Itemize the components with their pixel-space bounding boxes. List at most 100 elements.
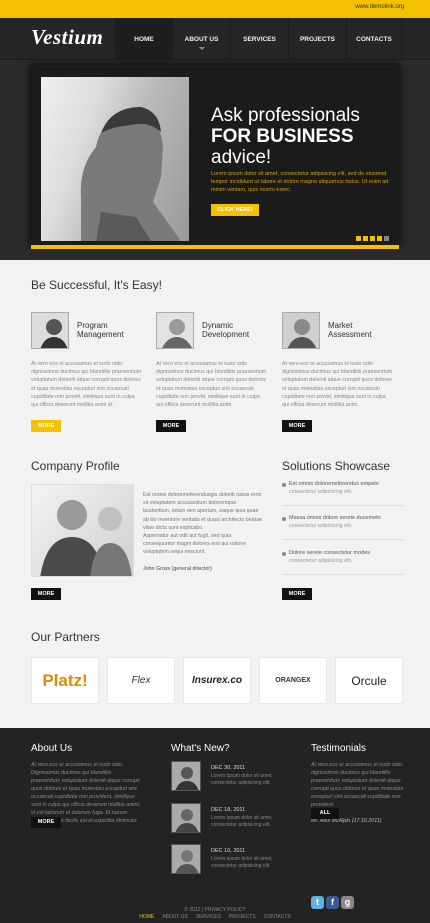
news-item[interactable]: DEC 10, 2011 Lorem ipsum dolor sit amet, …: [171, 844, 291, 876]
footer-link-services[interactable]: SERVICES: [196, 914, 221, 920]
footer-link-home[interactable]: HOME: [139, 914, 154, 920]
nav-contacts-label: CONTACTS: [356, 35, 392, 43]
partner-logo[interactable]: Orcule: [335, 657, 403, 704]
showcase-title: Est omnis doloremeferendus empeto: [289, 481, 379, 487]
partner-name: Insurex.co: [191, 675, 243, 686]
more-button[interactable]: MORE: [282, 588, 312, 600]
top-bar: www.demolink.org: [0, 0, 430, 18]
showcase-heading: Solutions Showcase: [282, 459, 391, 473]
showcase-text: consectetur adipisicing elit.: [289, 558, 353, 564]
about-heading: About Us: [31, 743, 73, 754]
partner-name: Flex: [131, 675, 151, 686]
profile-photo: [31, 484, 134, 577]
hero-photo: [41, 77, 189, 241]
hero-line-1: Ask professionals: [211, 105, 360, 126]
service-text: At vero eos et accusamus et iusto odio d…: [31, 361, 142, 409]
profile-paragraph: Est omnis doloremeferendusgiu dolorib na…: [143, 492, 262, 531]
chevron-down-icon: [198, 47, 205, 50]
testimonial-text: At vero eos et accusamus et iusto odio d…: [311, 762, 404, 808]
divider: [282, 574, 404, 575]
nav-about-label: ABOUT US: [184, 35, 219, 43]
footer: About Us At vero eos et accusamus et ius…: [0, 728, 430, 923]
hero-accent-bar: [31, 245, 399, 249]
profile-text: Est omnis doloremeferendusgiu dolorib na…: [143, 491, 263, 573]
partner-name: Platz!: [42, 670, 88, 690]
nav-home[interactable]: HOME: [115, 18, 172, 60]
service-text: At vero eos et accusamus et iusto odio d…: [282, 361, 393, 409]
news-date: DEC 10, 2011: [211, 848, 246, 854]
news-item[interactable]: DEC 18, 2011 Lorem ipsum dolor sit amet, …: [171, 803, 291, 835]
more-button[interactable]: MORE: [31, 420, 61, 432]
slide-dot[interactable]: [356, 236, 361, 241]
slide-dot[interactable]: [363, 236, 368, 241]
slider-pagination: [356, 236, 389, 241]
service-photo: [156, 312, 194, 349]
news-heading: What's New?: [171, 743, 230, 754]
services-heading: Be Successful, It's Easy!: [31, 278, 163, 292]
showcase-title: Dolore serete consectetur modes: [289, 550, 371, 556]
more-button[interactable]: MORE: [282, 420, 312, 432]
nav-services[interactable]: SERVICES: [230, 18, 288, 60]
nav-services-label: SERVICES: [243, 35, 276, 43]
profile-signature: John Gross (general director): [143, 565, 212, 572]
testimonials-heading: Testimonials: [311, 743, 367, 754]
news-text: Lorem ipsum dolor sit amet, consectetur …: [211, 856, 273, 869]
partner-logo[interactable]: ORANGEX: [259, 657, 327, 704]
divider: [282, 505, 404, 506]
news-text: Lorem ipsum dolor sit amet, consectetur …: [211, 773, 273, 786]
nav-projects[interactable]: PROJECTS: [288, 18, 346, 60]
service-title: Dynamic Development: [202, 321, 250, 339]
more-button[interactable]: MORE: [31, 588, 61, 600]
news-photo: [171, 761, 201, 791]
news-date: DEC 30, 2011: [211, 765, 246, 771]
service-title: Market Assessment: [328, 321, 372, 339]
service-text: At vero eos et accusamus et iusto odio d…: [156, 361, 267, 409]
more-button[interactable]: MORE: [156, 420, 186, 432]
news-photo: [171, 803, 201, 833]
hero-text: Lorem ipsum dolor sit amet, consectetur …: [211, 171, 389, 193]
service-photo: [282, 312, 320, 349]
contact-link[interactable]: www.demolink.org: [355, 4, 404, 10]
bullet-icon: [282, 552, 286, 556]
bullet-icon: [282, 483, 286, 487]
partner-name: Orcule: [351, 673, 387, 688]
bullet-icon: [282, 517, 286, 521]
click-here-button[interactable]: CLICK HERE!: [211, 204, 259, 216]
about-text: At vero eos et accusamus et iusto odio. …: [31, 762, 141, 824]
logo[interactable]: Vestium: [31, 25, 103, 50]
slide-dot[interactable]: [370, 236, 375, 241]
footer-link-about[interactable]: ABOUT US: [162, 914, 187, 920]
hero-heading: Ask professionals FOR BUSINESS advice!: [211, 105, 391, 168]
nav-contacts[interactable]: CONTACTS: [346, 18, 402, 60]
partner-logo[interactable]: Platz!: [31, 657, 99, 704]
news-item[interactable]: DEC 30, 2011 Lorem ipsum dolor sit amet, …: [171, 761, 291, 793]
news-photo: [171, 844, 201, 874]
slide-dot[interactable]: [384, 236, 389, 241]
showcase-title: Massa omnis dolore serete ducemeto: [289, 515, 381, 521]
all-button[interactable]: ALL: [311, 808, 339, 819]
partner-name: ORANGEX: [275, 677, 311, 684]
partner-logo[interactable]: Flex: [107, 657, 175, 704]
copyright: © 2012 | PRIVACY POLICY: [184, 907, 246, 913]
hero-line-2: FOR BUSINESS: [211, 126, 354, 147]
divider: [282, 539, 404, 540]
news-text: Lorem ipsum dolor sit amet, consectetur …: [211, 815, 273, 828]
profile-paragraph: Aspernatur aut odit aut fugit, sed quia …: [143, 533, 247, 556]
hero-slider: Ask professionals FOR BUSINESS advice! Lor…: [31, 65, 399, 245]
footer-nav: HOME ABOUT US SERVICES PROJECTS CONTACTS: [0, 914, 430, 920]
service-title: Program Management: [77, 321, 124, 339]
service-photo: [31, 312, 69, 349]
footer-link-contacts[interactable]: CONTACTS: [264, 914, 291, 920]
hero-line-3: advice!: [211, 147, 272, 168]
footer-link-projects[interactable]: PROJECTS: [229, 914, 256, 920]
partners-heading: Our Partners: [31, 630, 100, 644]
more-button[interactable]: MORE: [31, 817, 61, 828]
nav-home-label: HOME: [134, 35, 154, 43]
showcase-text: consectetur adipisicing elit.: [289, 523, 353, 529]
partner-logo[interactable]: Insurex.co: [183, 657, 251, 704]
showcase-text: consectetur adipisicing elit.: [289, 489, 353, 495]
slide-dot[interactable]: [377, 236, 382, 241]
nav-about[interactable]: ABOUT US: [172, 18, 230, 60]
nav-projects-label: PROJECTS: [299, 35, 336, 43]
news-date: DEC 18, 2011: [211, 807, 246, 813]
